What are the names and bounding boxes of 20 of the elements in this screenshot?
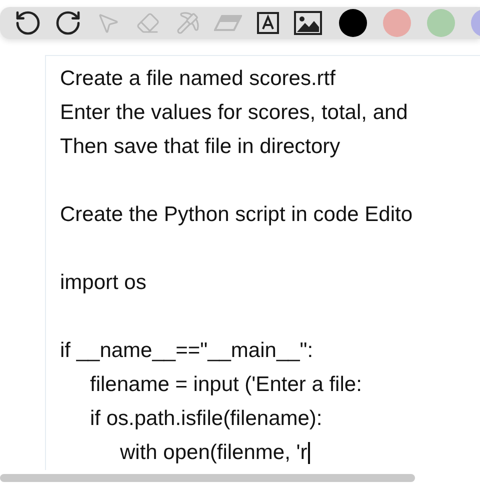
text-box-icon <box>256 11 280 35</box>
eraser-icon <box>214 15 242 31</box>
text-line: if __name__=="__main__": <box>60 338 314 364</box>
image-icon <box>294 11 322 35</box>
text-line: Then save that file in directory <box>60 134 340 160</box>
text-line: import os <box>60 270 146 296</box>
color-swatch[interactable] <box>383 9 411 37</box>
scrollbar[interactable] <box>0 474 415 482</box>
text-line: Enter the values for scores, total, and <box>60 100 408 126</box>
text-line: filename = input ('Enter a file: <box>90 372 362 398</box>
color-swatch[interactable] <box>339 9 367 37</box>
text-line: if os.path.isfile(filename): <box>90 406 322 432</box>
text-line: with open(filenme, 'r <box>120 440 308 466</box>
pointer-icon <box>96 11 120 35</box>
undo-icon <box>14 9 42 37</box>
redo-icon <box>54 9 82 37</box>
text-line: Create a file named scores.rtf <box>60 66 336 92</box>
image-button[interactable] <box>293 8 323 38</box>
text-line: Create the Python script in code Edito <box>60 202 413 228</box>
color-swatch[interactable] <box>427 9 455 37</box>
